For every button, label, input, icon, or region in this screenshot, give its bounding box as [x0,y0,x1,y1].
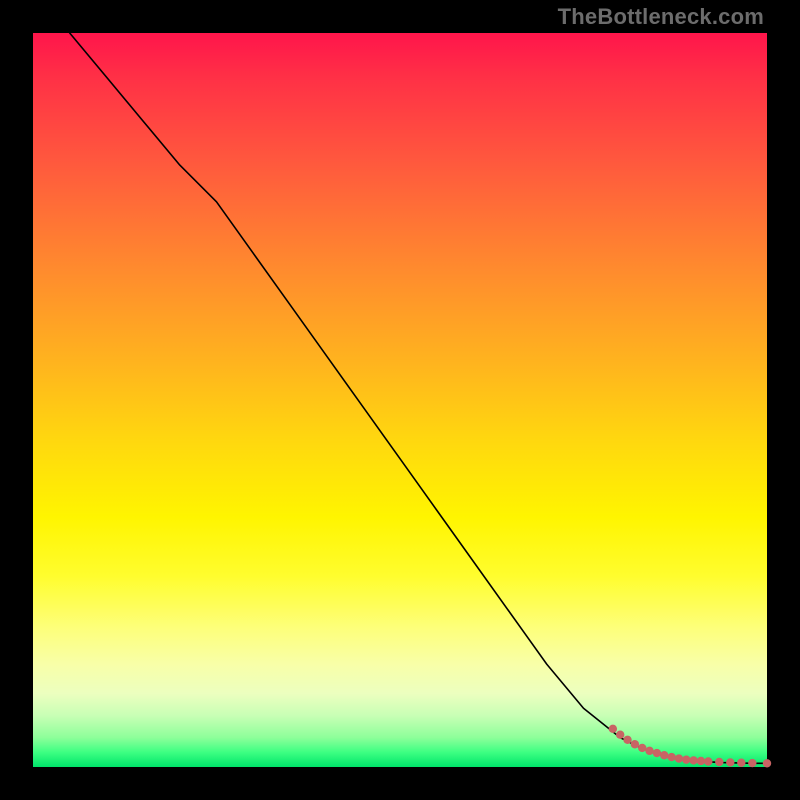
series-dots-point [653,749,661,757]
series-dots-point [763,759,771,767]
plot-overlay [33,33,767,767]
series-dots-point [631,740,639,748]
series-dots-point [726,758,734,766]
series-dots-point [609,725,617,733]
series-dots-point [748,759,756,767]
series-dots-point [638,744,646,752]
series-curve [70,33,767,763]
chart-frame: TheBottleneck.com [0,0,800,800]
series-dots-point [704,757,712,765]
series-dots-point [715,758,723,766]
series-dots-point [667,753,675,761]
series-dots-point [697,757,705,765]
series-dots-point [645,747,653,755]
plot-area [33,33,767,767]
series-dots-point [682,755,690,763]
series-dots-point [689,756,697,764]
series-dots-point [660,751,668,759]
series-dots-point [616,731,624,739]
series-dots-point [675,754,683,762]
series-dots-point [737,759,745,767]
watermark-text: TheBottleneck.com [558,4,764,30]
series-dots-point [623,736,631,744]
